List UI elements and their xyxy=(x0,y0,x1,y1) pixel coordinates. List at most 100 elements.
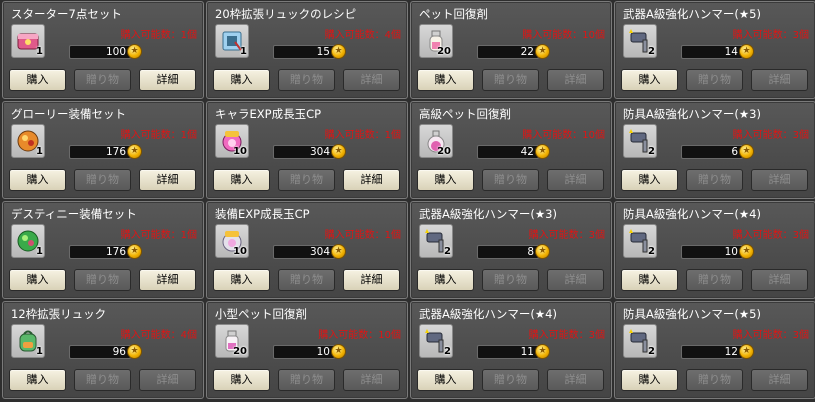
coin-icon: ★ xyxy=(535,244,550,259)
detail-button[interactable]: 詳細 xyxy=(139,69,196,91)
detail-button[interactable]: 詳細 xyxy=(547,69,604,91)
gift-button[interactable]: 贈り物 xyxy=(482,169,539,191)
price-field: 15 xyxy=(273,45,335,59)
gift-button[interactable]: 贈り物 xyxy=(74,69,131,91)
item-quantity: 1 xyxy=(36,46,43,57)
item-icon-slot[interactable]: 20 xyxy=(419,24,453,58)
detail-button[interactable]: 詳細 xyxy=(343,369,400,391)
gift-button[interactable]: 贈り物 xyxy=(278,69,335,91)
gift-button[interactable]: 贈り物 xyxy=(686,269,743,291)
gift-button[interactable]: 贈り物 xyxy=(482,269,539,291)
buy-button[interactable]: 購入 xyxy=(621,369,678,391)
item-quantity: 2 xyxy=(648,46,655,57)
buy-button[interactable]: 購入 xyxy=(9,69,66,91)
price-field: 8 xyxy=(477,245,539,259)
gift-button[interactable]: 贈り物 xyxy=(686,369,743,391)
buy-button[interactable]: 購入 xyxy=(417,269,474,291)
item-icon-slot[interactable]: 1 xyxy=(11,224,45,258)
gift-button[interactable]: 贈り物 xyxy=(278,369,335,391)
item-icon-slot[interactable]: 20 xyxy=(215,324,249,358)
item-icon-slot[interactable]: 2 xyxy=(623,224,657,258)
item-price: 11 xyxy=(520,346,534,358)
item-quantity: 2 xyxy=(648,246,655,257)
gift-button[interactable]: 贈り物 xyxy=(74,169,131,191)
buy-button[interactable]: 購入 xyxy=(417,69,474,91)
item-icon-slot[interactable]: 2 xyxy=(623,24,657,58)
buy-button[interactable]: 購入 xyxy=(417,169,474,191)
price-field: 10 xyxy=(273,345,335,359)
price-field: 10 xyxy=(681,245,743,259)
item-icon-slot[interactable]: 2 xyxy=(623,124,657,158)
item-quantity: 2 xyxy=(648,346,655,357)
detail-button[interactable]: 詳細 xyxy=(343,269,400,291)
price-field: 12 xyxy=(681,345,743,359)
detail-button[interactable]: 詳細 xyxy=(547,369,604,391)
item-icon-slot[interactable]: 10 xyxy=(215,224,249,258)
purchase-limit: 購入可能数：3個 xyxy=(732,30,809,41)
item-quantity: 1 xyxy=(240,46,247,57)
purchase-limit: 購入可能数：1個 xyxy=(324,230,401,241)
item-icon-slot[interactable]: 20 xyxy=(419,124,453,158)
gift-button[interactable]: 贈り物 xyxy=(686,69,743,91)
detail-button[interactable]: 詳細 xyxy=(343,69,400,91)
price-field: 6 xyxy=(681,145,743,159)
detail-button[interactable]: 詳細 xyxy=(751,69,808,91)
item-name: 高級ペット回復剤 xyxy=(419,107,511,121)
buy-button[interactable]: 購入 xyxy=(213,69,270,91)
detail-button[interactable]: 詳細 xyxy=(751,369,808,391)
detail-button[interactable]: 詳細 xyxy=(547,169,604,191)
detail-button[interactable]: 詳細 xyxy=(139,169,196,191)
buy-button[interactable]: 購入 xyxy=(213,169,270,191)
item-name: 武器A級強化ハンマー(★4) xyxy=(419,307,557,321)
buy-button[interactable]: 購入 xyxy=(417,369,474,391)
item-icon-slot[interactable]: 1 xyxy=(11,124,45,158)
buy-button[interactable]: 購入 xyxy=(213,269,270,291)
item-price: 42 xyxy=(520,146,534,158)
buy-button[interactable]: 購入 xyxy=(621,169,678,191)
shop-item-card: グローリー装備セット 1 購入可能数：1個 176 ★ 購入 贈り物 詳細 xyxy=(2,101,204,199)
shop-item-card: 小型ペット回復剤 20 購入可能数：10個 10 ★ 購入 贈り物 詳細 xyxy=(206,301,408,399)
item-price: 12 xyxy=(724,346,738,358)
buy-button[interactable]: 購入 xyxy=(9,169,66,191)
coin-icon: ★ xyxy=(127,244,142,259)
detail-button[interactable]: 詳細 xyxy=(751,169,808,191)
detail-button[interactable]: 詳細 xyxy=(547,269,604,291)
coin-icon: ★ xyxy=(127,144,142,159)
item-icon-slot[interactable]: 10 xyxy=(215,124,249,158)
gift-button[interactable]: 贈り物 xyxy=(686,169,743,191)
buy-button[interactable]: 購入 xyxy=(9,269,66,291)
buy-button[interactable]: 購入 xyxy=(9,369,66,391)
item-name: 12枠拡張リュック xyxy=(11,307,107,321)
gift-button[interactable]: 贈り物 xyxy=(74,269,131,291)
coin-icon: ★ xyxy=(739,144,754,159)
detail-button[interactable]: 詳細 xyxy=(343,169,400,191)
gift-button[interactable]: 贈り物 xyxy=(482,69,539,91)
coin-icon: ★ xyxy=(739,44,754,59)
detail-button[interactable]: 詳細 xyxy=(751,269,808,291)
item-icon-slot[interactable]: 2 xyxy=(419,224,453,258)
coin-icon: ★ xyxy=(331,144,346,159)
gift-button[interactable]: 贈り物 xyxy=(74,369,131,391)
price-field: 42 xyxy=(477,145,539,159)
item-icon-slot[interactable]: 2 xyxy=(623,324,657,358)
item-icon-slot[interactable]: 1 xyxy=(11,24,45,58)
coin-icon: ★ xyxy=(535,344,550,359)
gift-button[interactable]: 贈り物 xyxy=(482,369,539,391)
gift-button[interactable]: 贈り物 xyxy=(278,269,335,291)
detail-button[interactable]: 詳細 xyxy=(139,369,196,391)
buy-button[interactable]: 購入 xyxy=(621,269,678,291)
item-quantity: 1 xyxy=(36,346,43,357)
buy-button[interactable]: 購入 xyxy=(213,369,270,391)
gift-button[interactable]: 贈り物 xyxy=(278,169,335,191)
item-icon-slot[interactable]: 2 xyxy=(419,324,453,358)
coin-icon: ★ xyxy=(739,344,754,359)
purchase-limit: 購入可能数：1個 xyxy=(120,30,197,41)
buy-button[interactable]: 購入 xyxy=(621,69,678,91)
detail-button[interactable]: 詳細 xyxy=(139,269,196,291)
item-name: 20枠拡張リュックのレシピ xyxy=(215,7,357,21)
price-field: 176 xyxy=(69,145,131,159)
item-name: 防具A級強化ハンマー(★5) xyxy=(623,307,761,321)
item-icon-slot[interactable]: 1 xyxy=(215,24,249,58)
item-icon-slot[interactable]: 1 xyxy=(11,324,45,358)
shop-item-card: 高級ペット回復剤 20 購入可能数：10個 42 ★ 購入 贈り物 詳細 xyxy=(410,101,612,199)
